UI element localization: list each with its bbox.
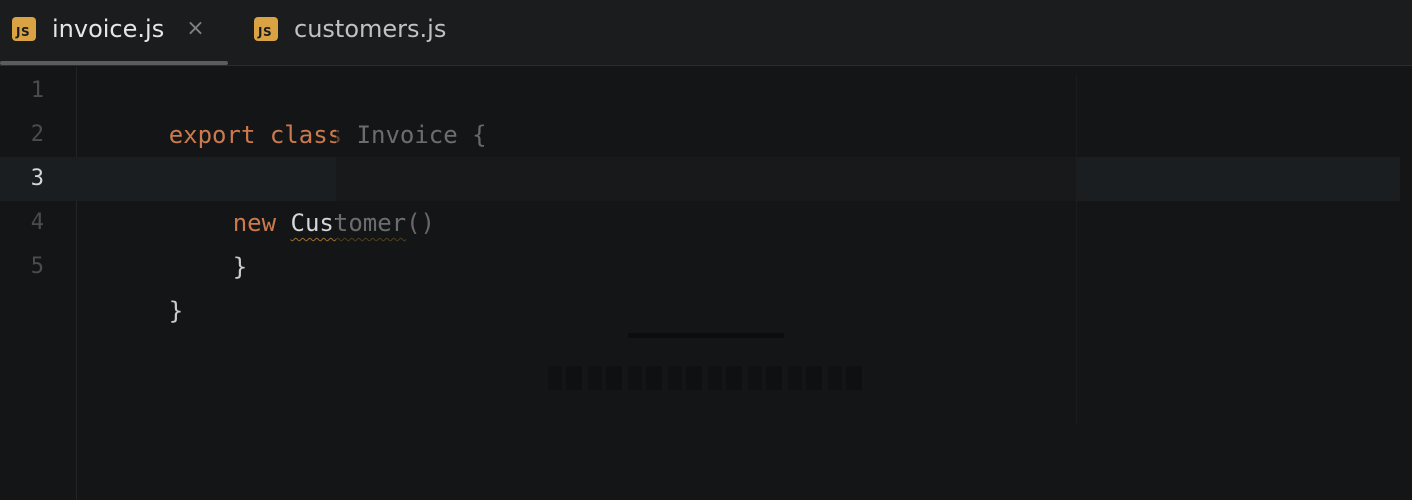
brace: }	[168, 297, 184, 325]
tab-customers-js[interactable]: JS customers.js	[254, 0, 446, 58]
line-number-current: 3	[30, 166, 44, 191]
line-number: 4	[30, 210, 44, 235]
javascript-file-icon: JS	[12, 17, 36, 41]
code-line-4[interactable]: }	[78, 201, 1412, 281]
code-line-3-current[interactable]: new Customer()	[0, 157, 1400, 237]
line-number: 1	[30, 78, 44, 103]
line-number: 2	[30, 122, 44, 147]
tab-invoice-js[interactable]: JS invoice.js ×	[12, 0, 205, 58]
active-tab-indicator	[0, 61, 228, 65]
close-icon[interactable]: ×	[186, 18, 204, 40]
line-number: 5	[30, 254, 44, 279]
javascript-file-icon: JS	[254, 17, 278, 41]
faded-progress-bar	[628, 333, 784, 338]
tab-label: customers.js	[294, 15, 447, 43]
code-line-2[interactable]: constructor() {	[78, 113, 1412, 193]
tab-bar: JS invoice.js × JS customers.js	[0, 0, 1412, 66]
code-editor[interactable]: export class Invoice { constructor() { n…	[0, 67, 1412, 500]
code-line-1[interactable]: export class Invoice {	[78, 69, 1412, 149]
faded-placeholder-text	[548, 366, 864, 390]
tab-label: invoice.js	[52, 15, 165, 43]
code-line-5[interactable]: }	[78, 245, 1412, 325]
